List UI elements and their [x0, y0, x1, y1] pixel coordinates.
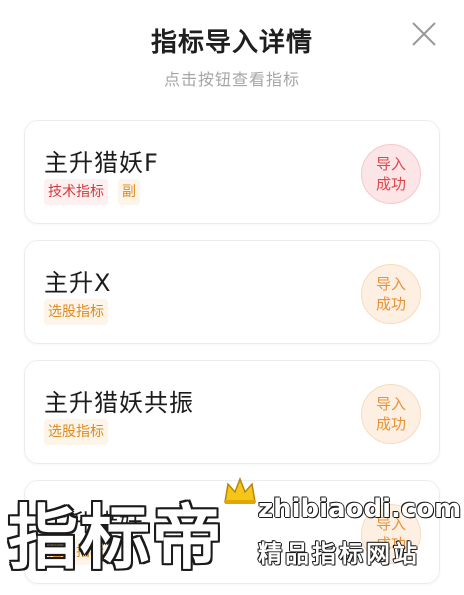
indicator-name: 主升猎妖F — [44, 149, 159, 177]
indicator-card[interactable]: 主升猎妖 选股指标 导入成功 — [24, 480, 440, 584]
import-status-label: 导入成功 — [375, 395, 406, 433]
import-status-button[interactable]: 导入成功 — [361, 144, 421, 204]
page-subtitle: 点击按钮查看指标 — [163, 70, 300, 89]
tag-group: 技术指标 副 — [44, 179, 140, 205]
import-status-button[interactable]: 导入成功 — [361, 384, 421, 444]
import-status-label: 导入成功 — [375, 515, 406, 553]
import-status-button[interactable]: 导入成功 — [361, 264, 421, 324]
import-status-label: 导入成功 — [375, 275, 406, 313]
category-tag: 技术指标 — [44, 179, 108, 205]
category-tag: 选股指标 — [44, 299, 108, 325]
close-icon[interactable] — [408, 18, 440, 50]
page-title: 指标导入详情 — [150, 28, 313, 58]
indicator-card[interactable]: 主升X 选股指标 导入成功 — [24, 240, 440, 344]
tag-group: 选股指标 — [44, 419, 108, 445]
tag-group: 选股指标 — [44, 539, 108, 565]
category-tag: 选股指标 — [44, 539, 108, 565]
indicator-card[interactable]: 主升猎妖F 技术指标 副 导入成功 — [24, 120, 440, 224]
import-status-label: 导入成功 — [375, 155, 406, 193]
indicator-card[interactable]: 主升猎妖共振 选股指标 导入成功 — [24, 360, 440, 464]
indicator-name: 主升猎妖共振 — [44, 389, 194, 417]
import-status-button[interactable]: 导入成功 — [361, 504, 421, 564]
type-tag: 副 — [118, 179, 140, 205]
category-tag: 选股指标 — [44, 419, 108, 445]
indicator-name: 主升X — [44, 269, 112, 297]
dialog-header: 指标导入详情 点击按钮查看指标 — [0, 0, 464, 110]
indicator-name: 主升猎妖 — [44, 509, 144, 537]
tag-group: 选股指标 — [44, 299, 108, 325]
